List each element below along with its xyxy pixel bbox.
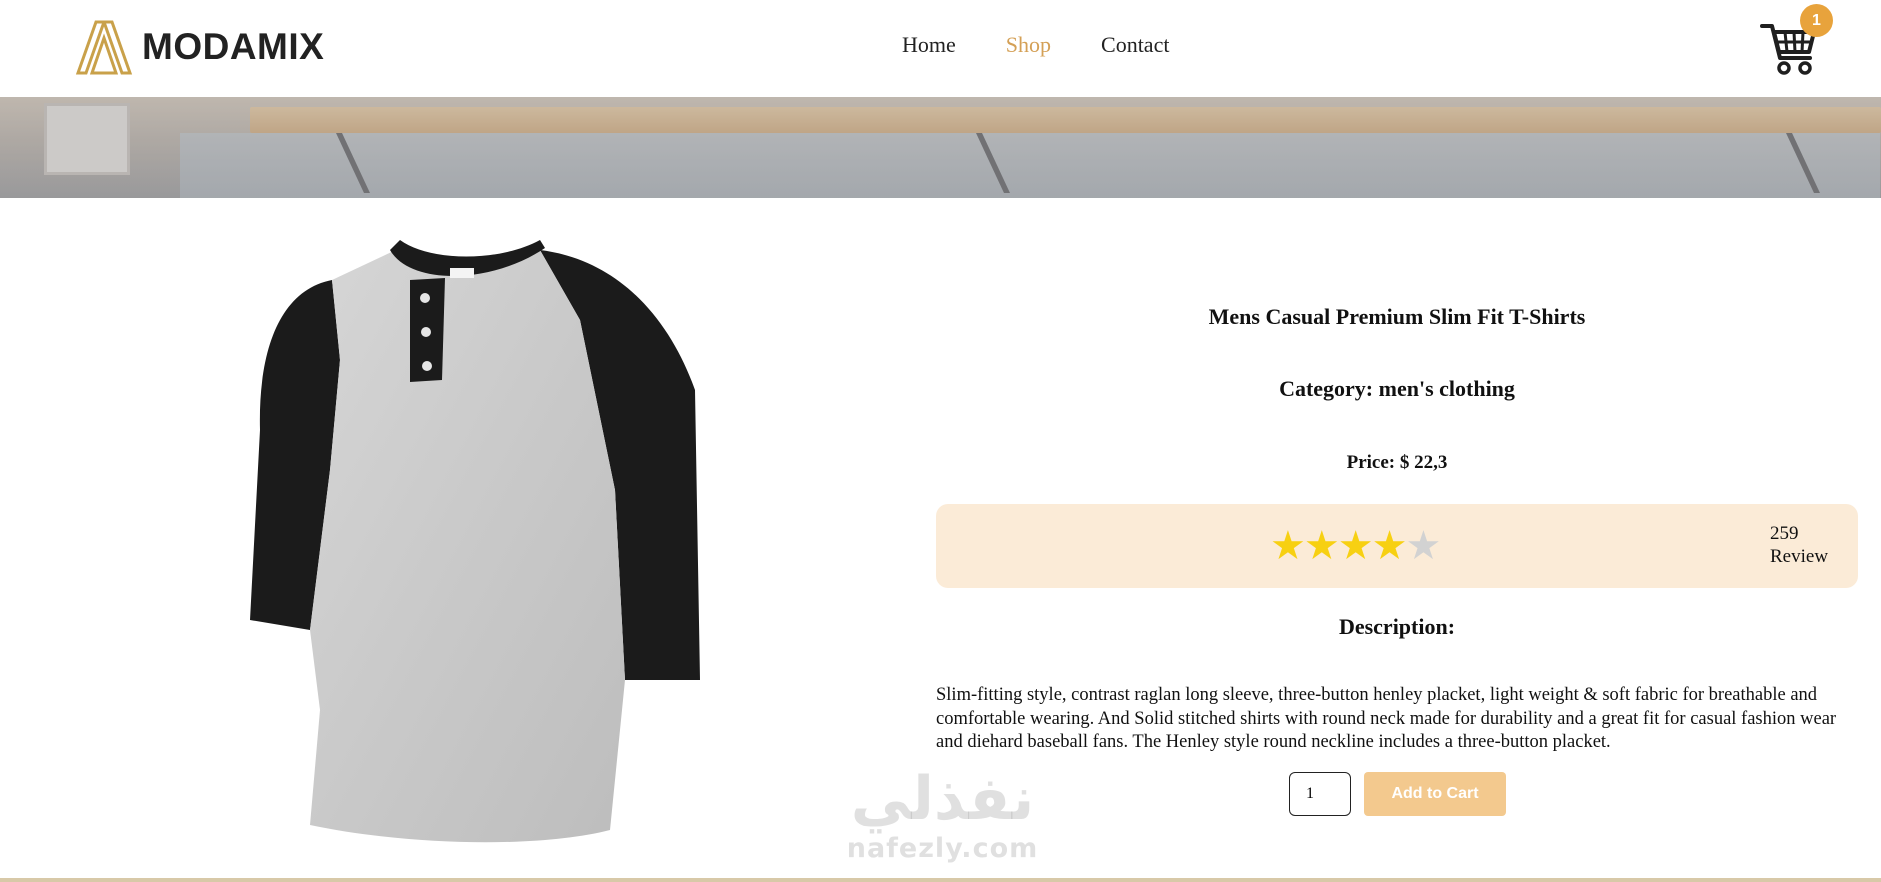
logo-mark-icon (75, 20, 133, 75)
hero-banner-image (0, 97, 1881, 198)
product-description: Slim-fitting style, contrast raglan long… (936, 685, 1837, 752)
cart-count-badge: 1 (1800, 4, 1833, 37)
product-category: Category: men's clothing (1279, 376, 1515, 401)
main-nav: Home Shop Contact (902, 32, 1169, 58)
review-count-label: Review (1770, 546, 1829, 567)
star-icon: ★ (1337, 523, 1374, 568)
review-count-number: 259 (1770, 523, 1799, 544)
watermark-latin: nafezly.com (846, 833, 1039, 864)
site-header: MODAMIX Home Shop Contact 1 (0, 0, 1881, 97)
description-heading: Description: (1338, 614, 1456, 639)
nafezly-watermark: نفذلي nafezly.com (835, 766, 1050, 880)
add-to-cart-button[interactable]: Add to Cart (1364, 772, 1506, 816)
star-icon: ★ (1303, 523, 1340, 568)
product-image (250, 240, 700, 843)
product-price: Price: $ 22,3 (1346, 452, 1448, 473)
quantity-input[interactable] (1289, 772, 1351, 816)
nav-contact-link[interactable]: Contact (1101, 32, 1169, 58)
brand-logo[interactable]: MODAMIX (74, 18, 324, 76)
star-rating: ★ ★ ★ ★ ★ (1270, 523, 1441, 568)
product-title: Mens Casual Premium Slim Fit T-Shirts (1208, 304, 1586, 329)
nav-shop-link[interactable]: Shop (1006, 32, 1051, 58)
nav-home-link[interactable]: Home (902, 32, 956, 58)
star-icon: ★ (1371, 523, 1408, 568)
star-icon: ★ (1270, 523, 1306, 568)
brand-name: MODAMIX (142, 26, 325, 67)
review-count: 259 Review (1770, 522, 1828, 568)
cart-button[interactable]: 1 (1760, 4, 1833, 76)
star-empty-icon: ★ (1405, 523, 1441, 568)
footer-divider (0, 878, 1881, 882)
rating-panel: ★ ★ ★ ★ ★ 259 Review (936, 504, 1858, 588)
watermark-arabic: نفذلي (850, 764, 1035, 834)
